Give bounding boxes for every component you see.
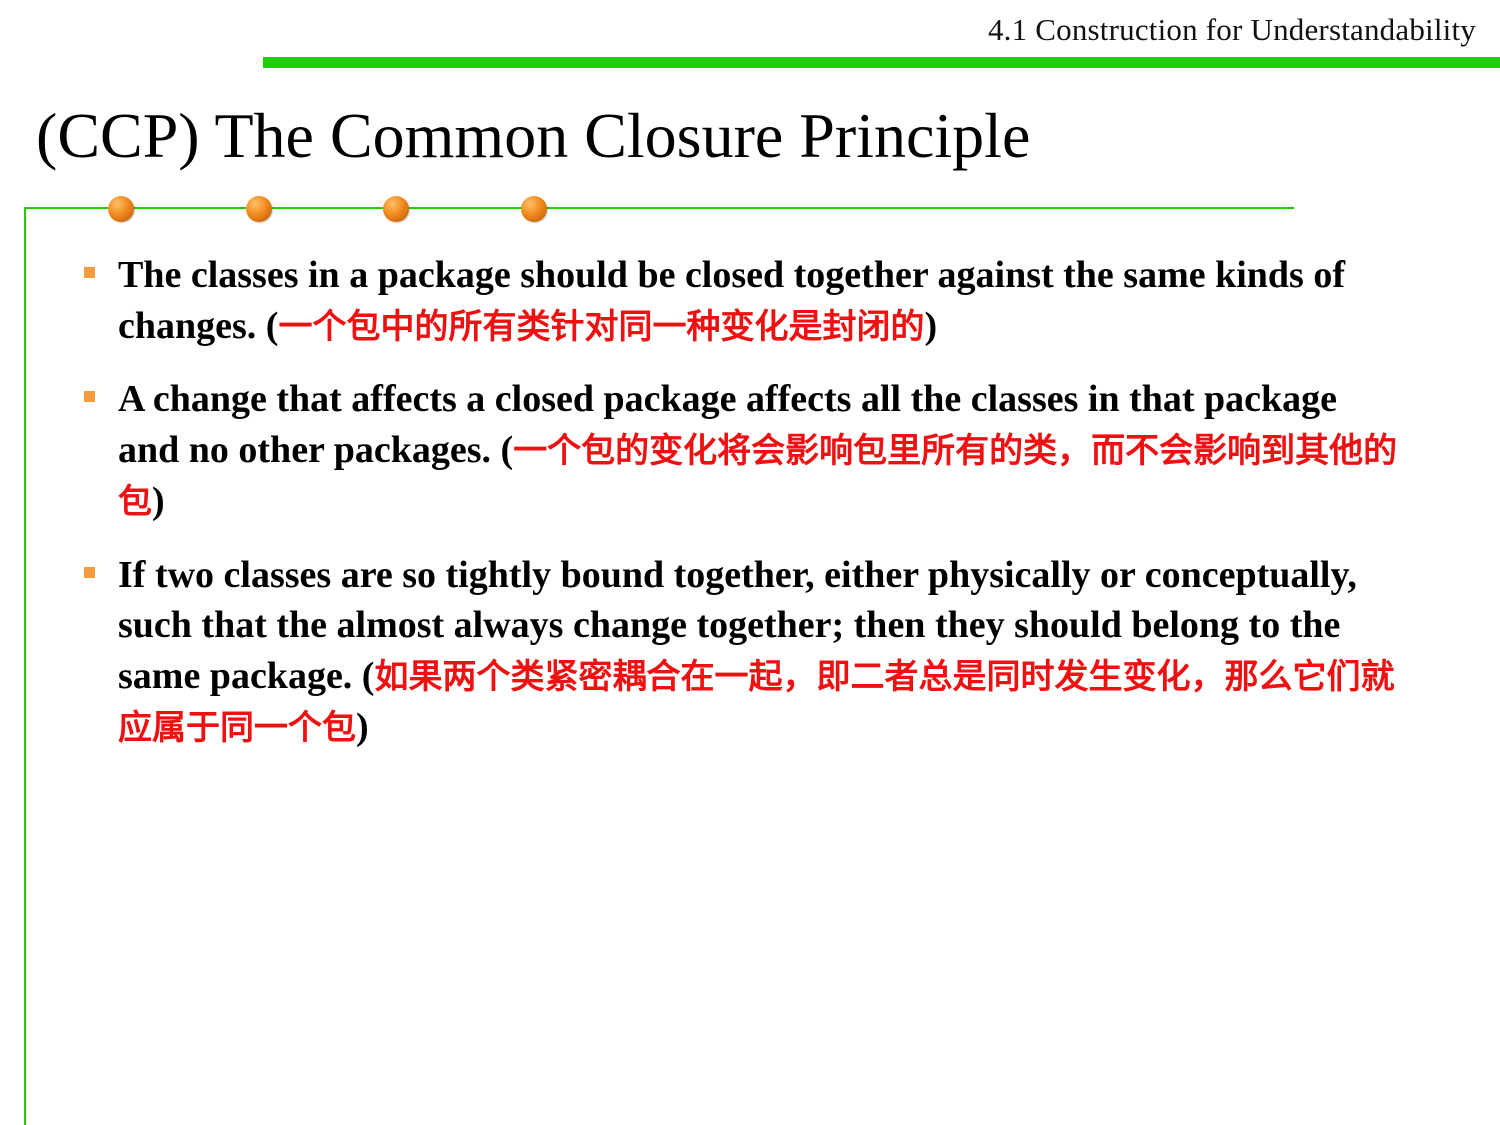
decorative-dot-3 [383, 196, 409, 222]
decorative-dot-2 [246, 196, 272, 222]
bullet-item-1: The classes in a package should be close… [82, 250, 1402, 352]
left-border-line [24, 207, 26, 1125]
title-divider-line [24, 207, 1294, 209]
bullet-chinese-text: 一个包中的所有类针对同一种变化是封闭的 [278, 306, 925, 347]
bullet-close-paren: ) [356, 706, 369, 748]
header-accent-bar [263, 57, 1500, 68]
bullet-close-paren: ) [152, 480, 165, 522]
bullet-item-2: A change that affects a closed package a… [82, 374, 1402, 528]
section-header: 4.1 Construction for Understandability [987, 12, 1476, 47]
decorative-dot-4 [521, 196, 547, 222]
bullet-square-icon [84, 566, 95, 578]
bullet-square-icon [84, 267, 95, 278]
bullet-close-paren: ) [924, 304, 938, 347]
bullet-square-icon [84, 391, 95, 402]
slide-title: (CCP) The Common Closure Principle [36, 100, 1031, 171]
decorative-dot-1 [108, 196, 134, 222]
bullet-item-3: If two classes are so tightly bound toge… [82, 550, 1402, 754]
bullet-list: The classes in a package should be close… [82, 250, 1402, 776]
